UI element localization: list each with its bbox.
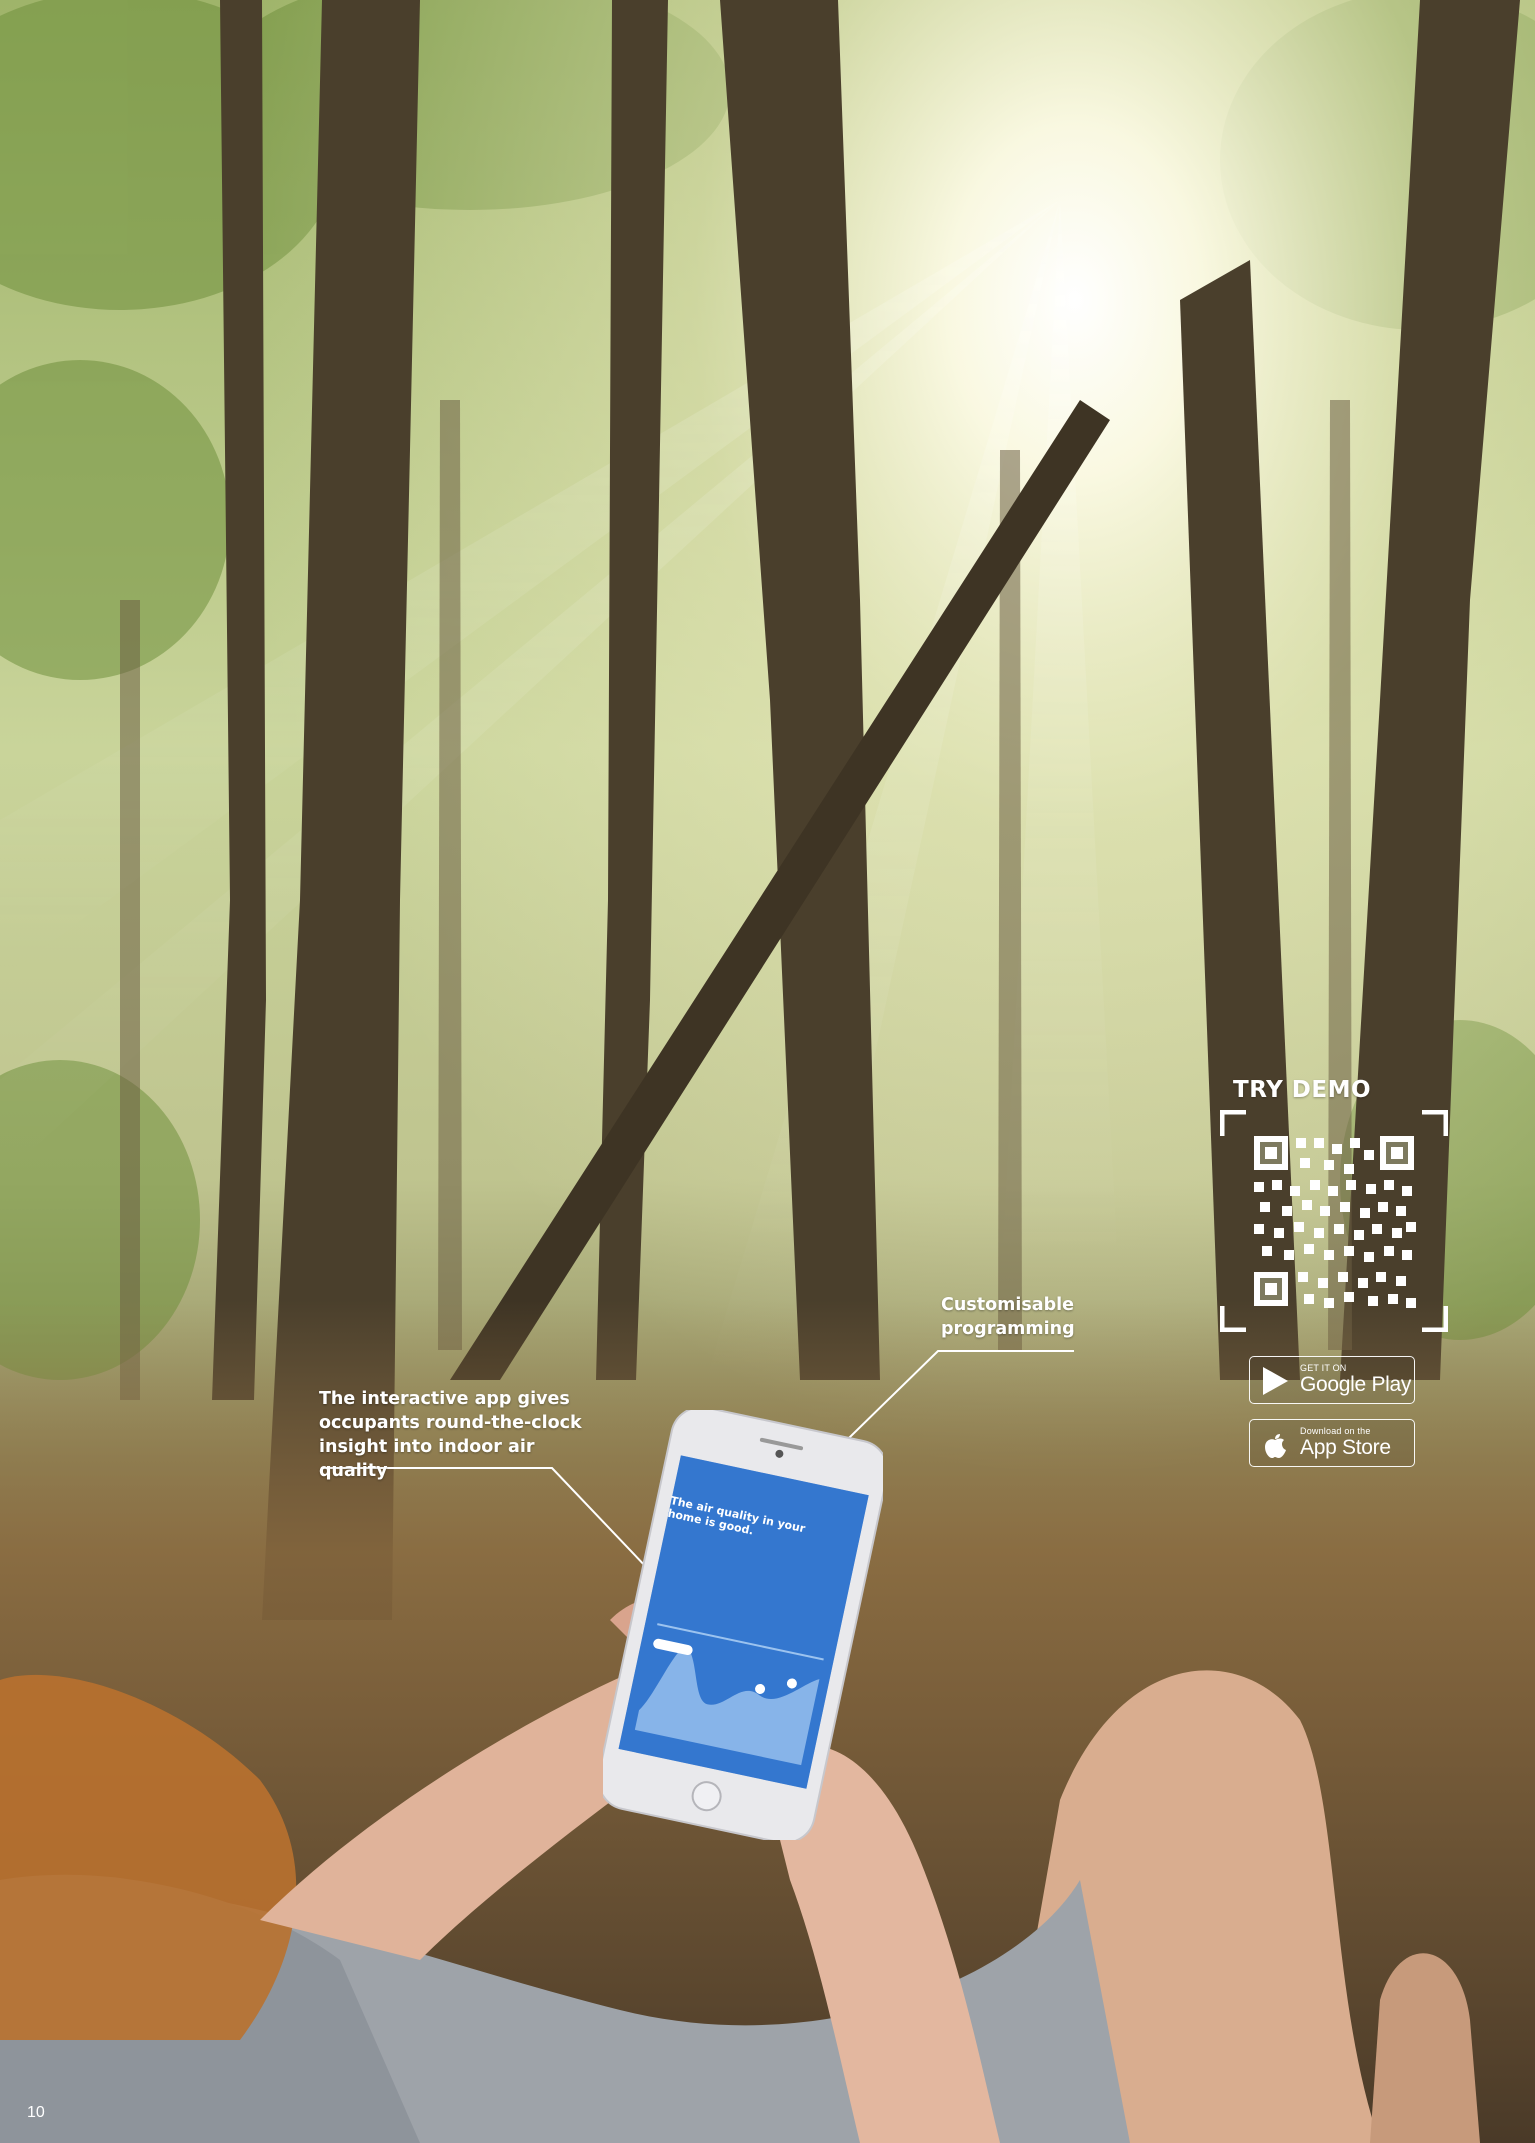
app-store-badge[interactable]: Download on the App Store — [1249, 1419, 1415, 1467]
callout-customisable-programming: Customisable programming — [941, 1295, 1075, 1339]
app-store-big-text: App Store — [1300, 1436, 1391, 1459]
qr-code[interactable] — [1220, 1110, 1448, 1332]
google-play-badge[interactable]: GET IT ON Google Play — [1249, 1356, 1415, 1404]
play-triangle-icon — [1263, 1367, 1288, 1395]
app-store-small-text: Download on the — [1300, 1426, 1371, 1436]
apple-icon — [1265, 1434, 1286, 1458]
try-demo-heading: TRY DEMO — [1233, 1077, 1372, 1103]
callout-interactive-app: The interactive app gives occupants roun… — [319, 1389, 582, 1481]
google-play-big-text: Google Play — [1300, 1373, 1412, 1396]
page-number: 10 — [27, 2104, 45, 2121]
google-play-small-text: GET IT ON — [1300, 1363, 1347, 1373]
smartphone — [603, 1410, 883, 1840]
